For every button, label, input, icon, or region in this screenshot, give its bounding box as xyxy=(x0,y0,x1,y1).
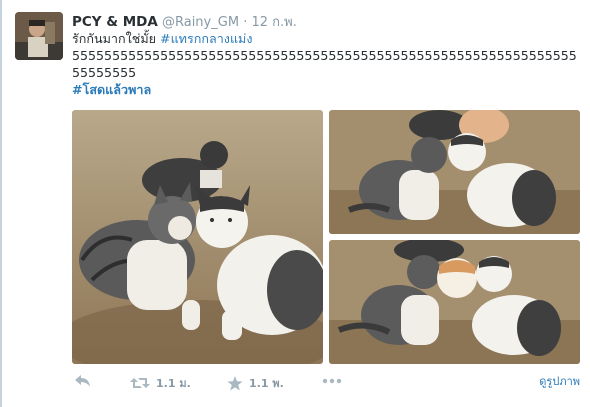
photo-cats-bottom-right[interactable] xyxy=(329,240,580,364)
retweet-icon xyxy=(130,378,150,388)
photo-cats-large[interactable] xyxy=(72,110,323,364)
tweet-actions: 1.1 ม. 1.1 พ. ดูรูปภาพ xyxy=(72,370,582,396)
tweet-line-2: 5555555555555555555555555555555555555555… xyxy=(72,48,577,63)
separator-dot: · xyxy=(243,15,248,30)
reply-button[interactable] xyxy=(74,374,92,388)
tweet-text-prefix: รักกันมากใช่มั้ย xyxy=(72,31,161,46)
favorite-count: 1.1 พ. xyxy=(249,377,284,390)
photo-cats-top-right[interactable] xyxy=(329,110,580,234)
avatar[interactable] xyxy=(15,12,63,60)
view-photo-link[interactable]: ดูรูปภาพ xyxy=(539,372,580,390)
tweet-line-4: #โสดแล้วพาล xyxy=(72,81,582,98)
timeline-rail xyxy=(0,0,2,407)
reply-arrow-icon xyxy=(75,375,90,387)
timestamp[interactable]: 12 ก.พ. xyxy=(251,15,296,30)
username[interactable]: @Rainy_GM xyxy=(162,15,239,30)
tweet-line-1: รักกันมากใช่มั้ย #แทรกกลางแม่ง xyxy=(72,30,582,47)
media-grid xyxy=(72,110,580,364)
favorite-button[interactable]: 1.1 พ. xyxy=(227,374,284,392)
more-button[interactable] xyxy=(322,378,342,384)
hashtag-link[interactable]: #แทรกกลางแม่ง xyxy=(160,31,253,46)
fullname[interactable]: PCY & MDA xyxy=(72,14,158,30)
retweet-button[interactable]: 1.1 ม. xyxy=(130,374,191,392)
more-dots-icon xyxy=(322,378,342,384)
hashtag-link[interactable]: #โสดแล้วพาล xyxy=(72,82,151,97)
retweet-count: 1.1 ม. xyxy=(156,377,191,390)
tweet-line-3: 55555555 xyxy=(72,65,137,80)
star-icon xyxy=(227,375,243,390)
tweet-header: PCY & MDA @Rainy_GM · 12 ก.พ. xyxy=(72,11,297,32)
tweet-text: รักกันมากใช่มั้ย #แทรกกลางแม่ง 555555555… xyxy=(72,30,582,98)
